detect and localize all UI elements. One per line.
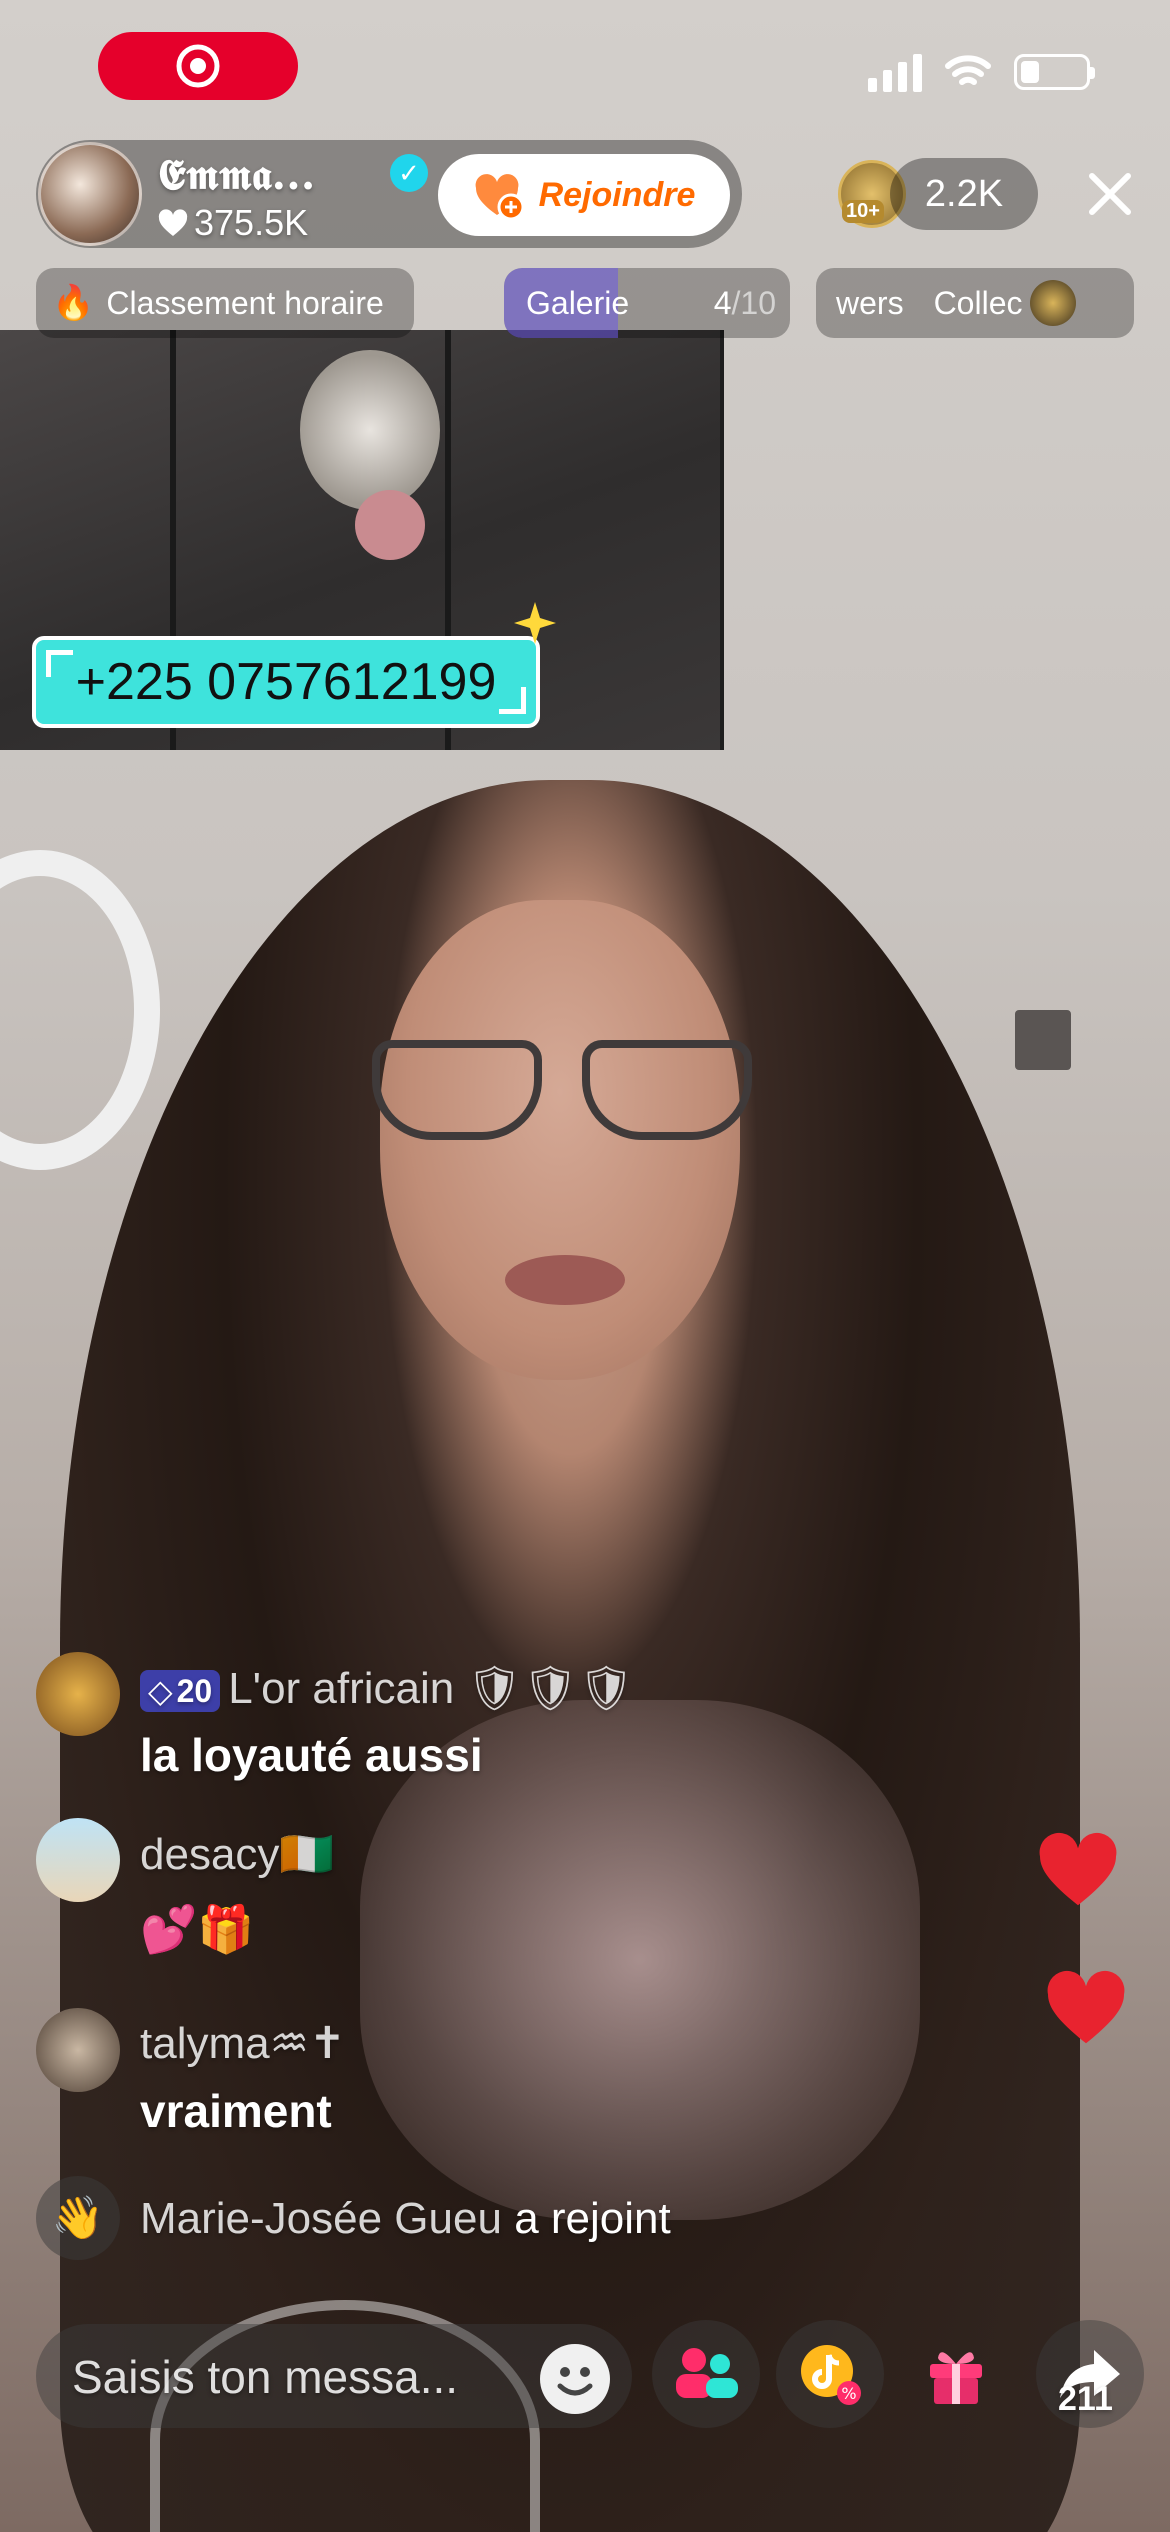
- level-badge: ◇ 20: [140, 1670, 221, 1713]
- gift-button[interactable]: [902, 2320, 1010, 2428]
- live-video-background: [0, 0, 1170, 2532]
- viewer-rank-badge: 10+: [842, 200, 884, 223]
- chat-avatar[interactable]: [36, 1818, 120, 1902]
- gift-icon: [930, 2352, 982, 2404]
- chat-username-row: ◇ 20 L'or africain 🛡🛡🛡: [140, 1662, 634, 1714]
- tiktok-coupon-button[interactable]: %: [776, 2320, 884, 2428]
- fan-club-heart-icon: [475, 174, 525, 221]
- chat-text: 💕🎁: [140, 1903, 255, 1955]
- chat-text: la loyauté aussi: [140, 1729, 483, 1781]
- likes-count: 375.5K: [194, 202, 309, 243]
- multi-guest-button[interactable]: [652, 2320, 760, 2428]
- battery-icon: [1014, 54, 1095, 90]
- gallery-progress: 4: [713, 284, 732, 321]
- close-icon[interactable]: [1082, 166, 1138, 222]
- fire-icon: 🔥: [52, 284, 95, 322]
- target-icon: [176, 44, 220, 88]
- diamond-icon: ◇: [148, 1673, 173, 1710]
- ranking-label: Classement horaire: [106, 284, 384, 321]
- verified-check-icon: ✓: [390, 154, 428, 192]
- chat-text: vraiment: [140, 2085, 332, 2137]
- joined-username[interactable]: Marie-Josée Gueu: [140, 2194, 502, 2243]
- tiktok-coupon-icon: %: [801, 2345, 861, 2405]
- ticker-right: Collec: [933, 284, 1023, 321]
- share-count: 211: [1058, 2380, 1113, 2418]
- screen-recording-indicator[interactable]: [98, 32, 298, 100]
- floating-heart-icon: [1039, 1832, 1117, 1906]
- emoji-icon[interactable]: [540, 2344, 610, 2414]
- sparkle-icon: [514, 602, 556, 644]
- chat-avatar[interactable]: [36, 1652, 120, 1736]
- host-avatar[interactable]: [38, 142, 142, 246]
- chat-avatar[interactable]: [36, 2008, 120, 2092]
- join-button[interactable]: Rejoindre: [438, 154, 730, 236]
- shield-icons: 🛡🛡🛡: [466, 1664, 635, 1713]
- hourly-ranking-chip[interactable]: 🔥 Classement horaire: [36, 268, 414, 338]
- gallery-chip[interactable]: Galerie 4/10: [504, 268, 790, 338]
- status-icons: [868, 52, 1095, 92]
- gallery-total: /10: [731, 284, 776, 321]
- join-action: a rejoint: [514, 2194, 671, 2243]
- host-likes: 375.5K: [158, 202, 308, 244]
- wave-icon: 👋: [36, 2176, 120, 2260]
- join-label: Rejoindre: [538, 175, 696, 214]
- collection-icon: [1030, 280, 1077, 326]
- signal-icon: [868, 52, 922, 92]
- ticker-chip[interactable]: wers Collec: [816, 268, 1134, 338]
- chat-username[interactable]: L'or africain: [228, 1664, 454, 1713]
- phone-number: +225 0757612199: [75, 653, 497, 711]
- host-name[interactable]: 𝕰𝖒𝖒𝖆...: [158, 150, 315, 200]
- phone-sticker: +225 0757612199: [32, 602, 556, 728]
- heart-icon: [158, 209, 188, 236]
- gallery-label: Galerie: [526, 284, 630, 321]
- floating-heart-icon: [1047, 1970, 1125, 2044]
- guests-icon: [676, 2348, 738, 2398]
- chat-username[interactable]: talyma♒✝: [140, 2018, 346, 2069]
- viewer-count[interactable]: 2.2K: [890, 158, 1038, 230]
- svg-text:%: %: [841, 2384, 856, 2403]
- chat-username[interactable]: desacy🇨🇮: [140, 1828, 334, 1880]
- message-input-placeholder[interactable]: Saisis ton messa...: [72, 2350, 458, 2404]
- ticker-left: wers: [836, 284, 904, 321]
- wifi-icon: [945, 55, 991, 85]
